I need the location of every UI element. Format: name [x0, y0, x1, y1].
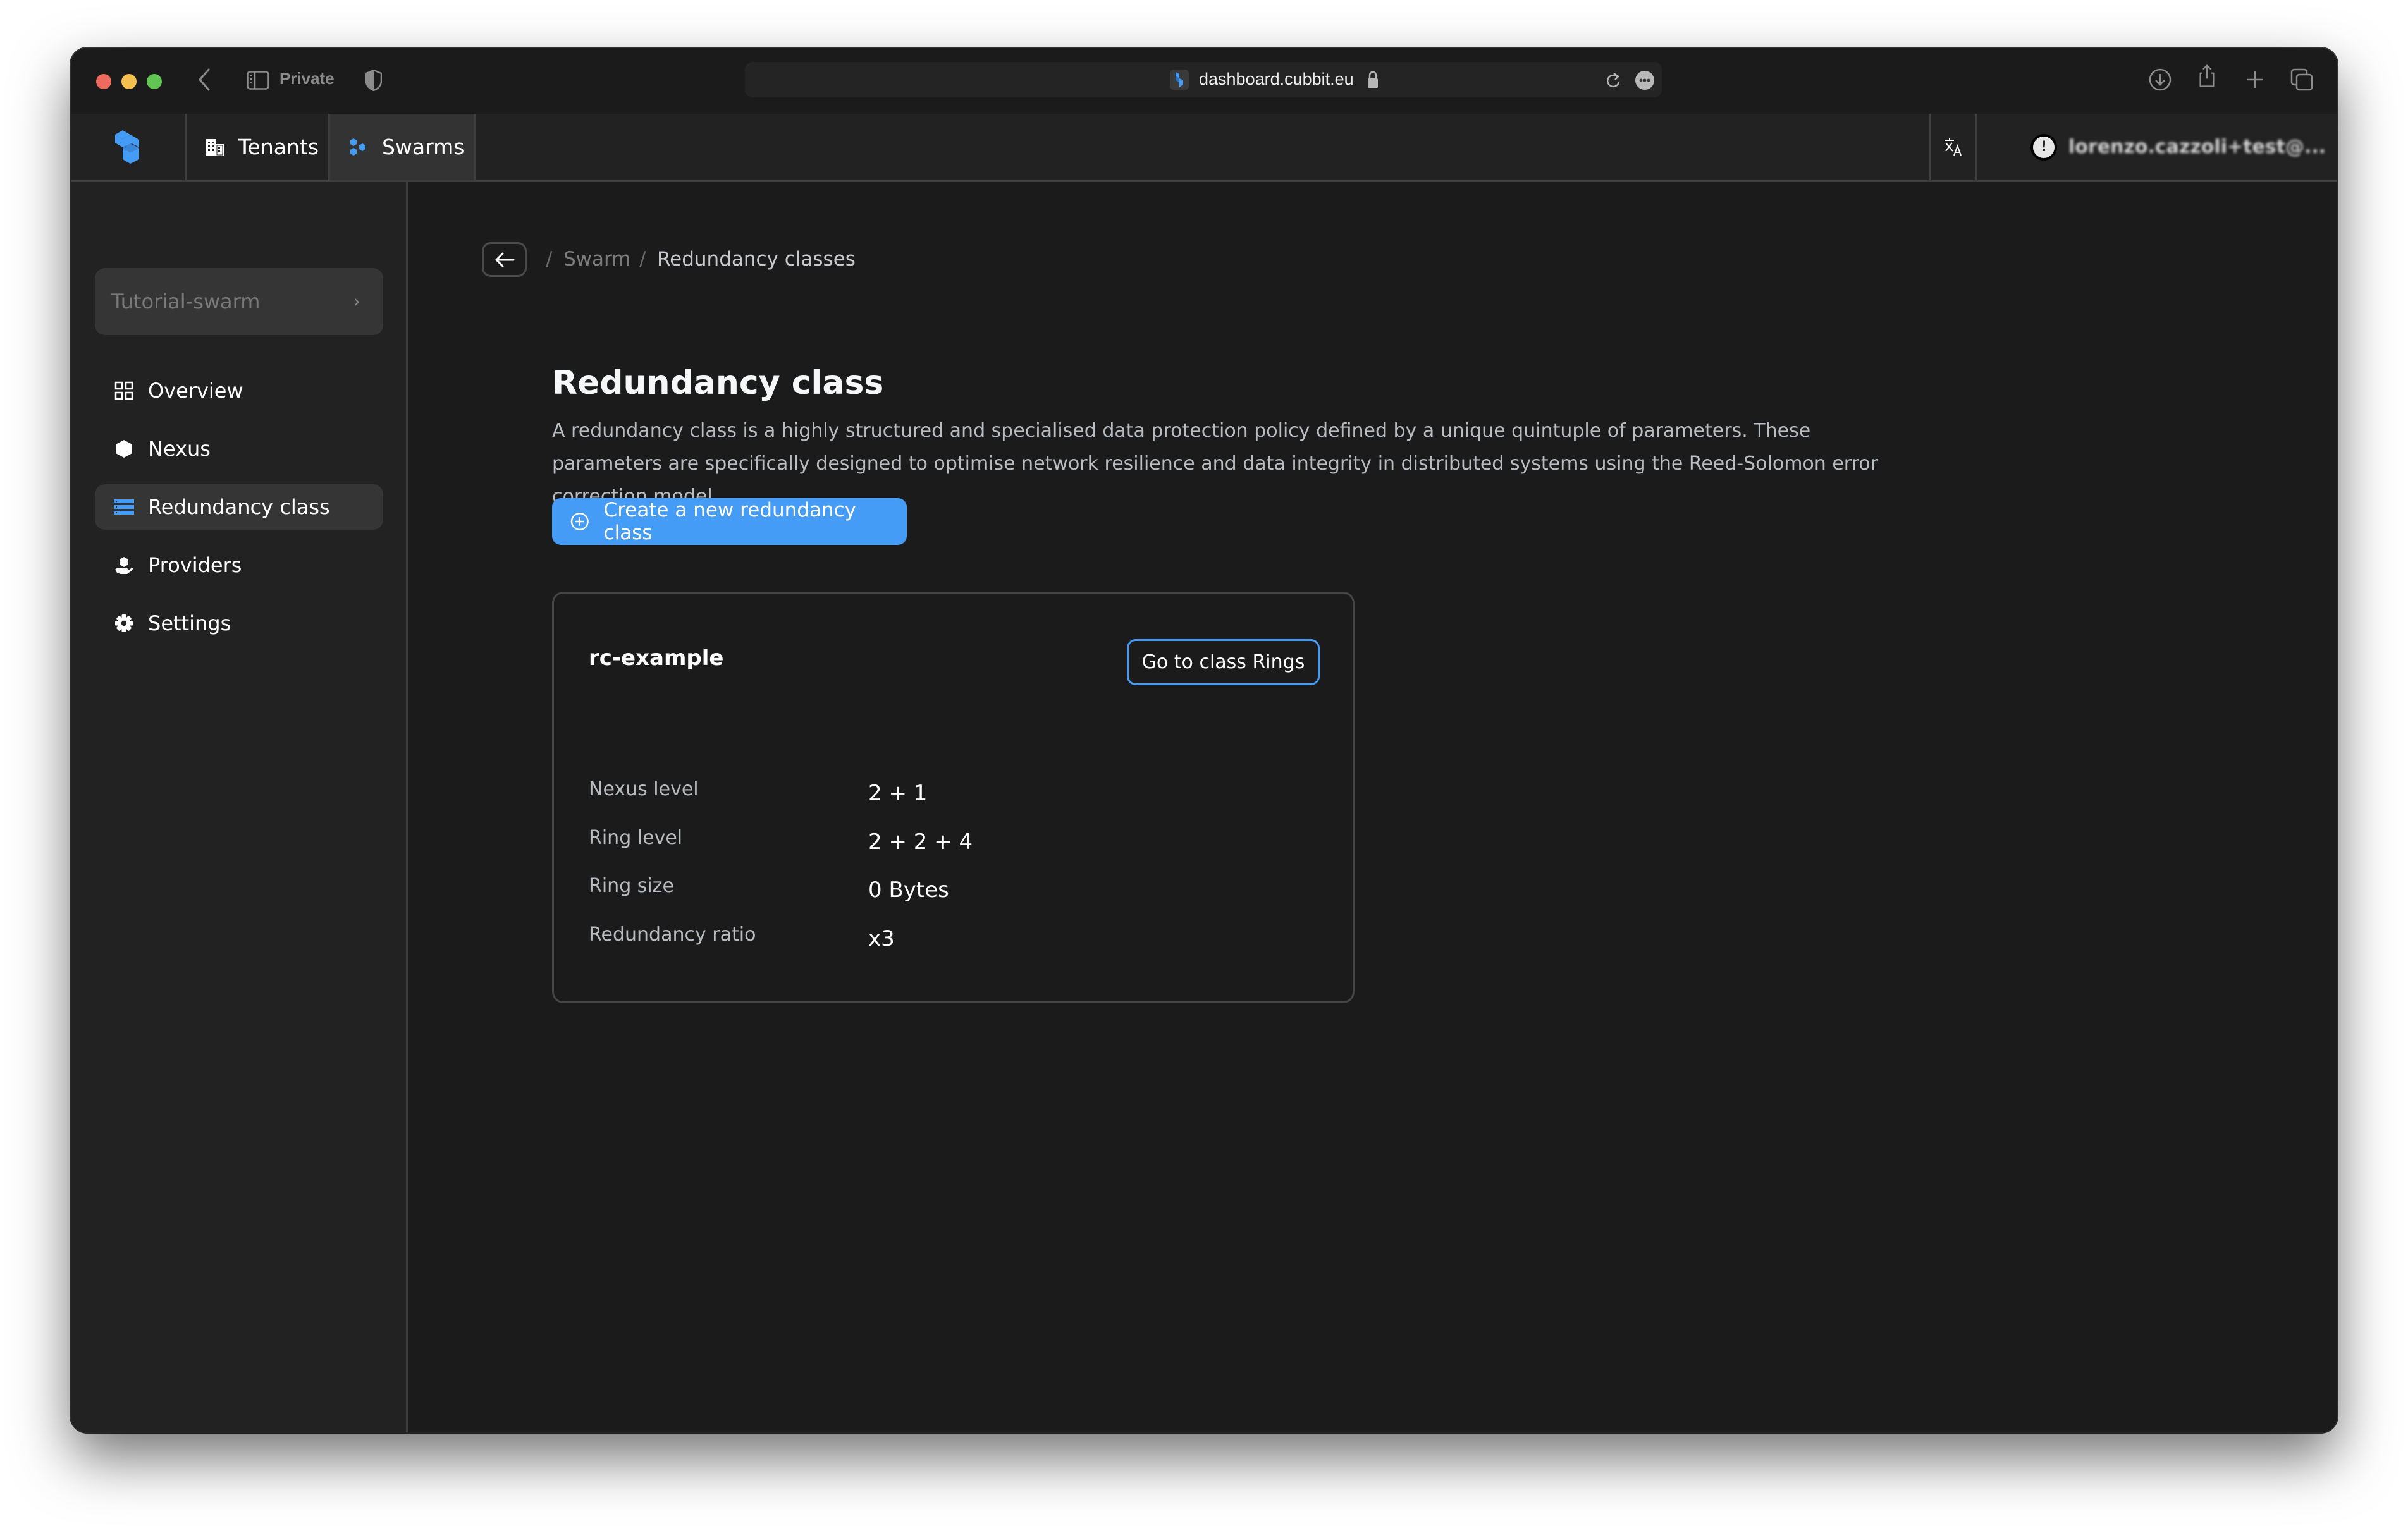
swarm-icon: [350, 138, 366, 156]
hexagon-icon: [114, 439, 134, 459]
sidebar-item-label: Nexus: [148, 437, 211, 461]
redundancy-ratio-value: x3: [868, 926, 895, 951]
sidebar-item-label: Overview: [148, 379, 243, 403]
sidebar-item-label: Redundancy class: [148, 495, 330, 519]
share-icon[interactable]: [2194, 63, 2220, 89]
server-stack-icon: [114, 497, 134, 517]
sidebar-item-settings[interactable]: Settings: [95, 601, 383, 646]
swarm-selector[interactable]: Tutorial-swarm ›: [95, 268, 383, 335]
gear-icon: [114, 613, 134, 633]
page-menu-icon[interactable]: [1635, 71, 1654, 90]
sidebar-item-redundancy-class[interactable]: Redundancy class: [95, 484, 383, 530]
user-email: lorenzo.cazzoli+test@...: [2068, 136, 2326, 158]
sidebar-item-providers[interactable]: Providers: [95, 542, 383, 588]
redundancy-class-name: rc-example: [589, 645, 724, 671]
minimize-window-button[interactable]: [121, 74, 137, 89]
url-text: dashboard.cubbit.eu: [1199, 70, 1354, 89]
building-icon: [206, 138, 224, 156]
chevron-right-icon: ›: [353, 291, 360, 312]
create-redundancy-class-button[interactable]: Create a new redundancy class: [552, 498, 907, 545]
sidebar-item-overview[interactable]: Overview: [95, 368, 383, 413]
tab-tenants-label: Tenants: [238, 135, 319, 159]
breadcrumb-current: Redundancy classes: [657, 248, 856, 271]
fullscreen-window-button[interactable]: [147, 74, 162, 89]
ring-size-label: Ring size: [589, 875, 674, 897]
grid-icon: [114, 381, 134, 401]
breadcrumb-separator: /: [546, 248, 553, 271]
nexus-level-label: Nexus level: [589, 778, 699, 800]
breadcrumb-separator: /: [639, 248, 646, 271]
breadcrumb-swarm[interactable]: Swarm: [563, 248, 630, 271]
translate-icon: [1944, 138, 1962, 156]
page-title: Redundancy class: [552, 364, 884, 402]
user-menu[interactable]: ! lorenzo.cazzoli+test@...: [1977, 114, 2337, 180]
language-button[interactable]: [1929, 114, 1977, 180]
privacy-shield-icon[interactable]: [366, 70, 382, 91]
tab-overview-icon[interactable]: [2289, 67, 2314, 92]
app-header: Tenants Swarms ! lorenzo.cazzoli+test@..…: [71, 114, 2337, 182]
sidebar-item-label: Providers: [148, 553, 242, 577]
browser-back-icon[interactable]: [197, 67, 211, 92]
redundancy-ratio-label: Redundancy ratio: [589, 924, 756, 946]
create-button-label: Create a new redundancy class: [603, 499, 857, 544]
go-to-class-rings-button[interactable]: Go to class Rings: [1127, 639, 1320, 685]
ring-level-value: 2 + 2 + 4: [868, 829, 973, 855]
reload-icon[interactable]: [1605, 71, 1621, 90]
ring-level-label: Ring level: [589, 827, 683, 849]
cubbit-logo-icon: [1176, 72, 1183, 87]
redundancy-class-card: rc-example Go to class Rings Nexus level…: [552, 592, 1354, 1003]
download-icon[interactable]: [2147, 67, 2173, 92]
tab-tenants[interactable]: Tenants: [187, 114, 330, 180]
browser-titlebar: Private dashboard.cubbit.eu: [71, 48, 2337, 114]
tab-swarms[interactable]: Swarms: [330, 114, 476, 180]
address-bar[interactable]: dashboard.cubbit.eu: [745, 62, 1662, 97]
avatar: !: [2033, 136, 2055, 158]
sidebar: Tutorial-swarm › Overview Nexus Redundan…: [71, 182, 408, 1432]
sidebar-item-label: Settings: [148, 611, 231, 635]
ring-size-value: 0 Bytes: [868, 877, 949, 903]
browser-window: Private dashboard.cubbit.eu Tenants Swar…: [71, 48, 2337, 1432]
site-favicon: [1170, 70, 1189, 90]
sidebar-item-nexus[interactable]: Nexus: [95, 426, 383, 472]
home-logo[interactable]: [71, 114, 187, 180]
new-tab-icon[interactable]: [2242, 67, 2268, 92]
lock-icon: [1368, 71, 1378, 88]
main-content: / Swarm / Redundancy classes Redundancy …: [408, 182, 2337, 1432]
cubbit-logo-icon: [115, 130, 139, 164]
back-button[interactable]: [482, 242, 527, 277]
arrow-left-icon: [495, 252, 514, 267]
swarm-selector-label: Tutorial-swarm: [111, 290, 261, 314]
hand-cube-icon: [114, 555, 134, 575]
close-window-button[interactable]: [96, 74, 111, 89]
private-mode-label: Private: [280, 69, 335, 88]
sidebar-toggle-icon[interactable]: [247, 71, 269, 90]
nexus-level-value: 2 + 1: [868, 781, 928, 806]
tab-swarms-label: Swarms: [382, 135, 465, 159]
plus-circle-icon: [570, 512, 589, 531]
